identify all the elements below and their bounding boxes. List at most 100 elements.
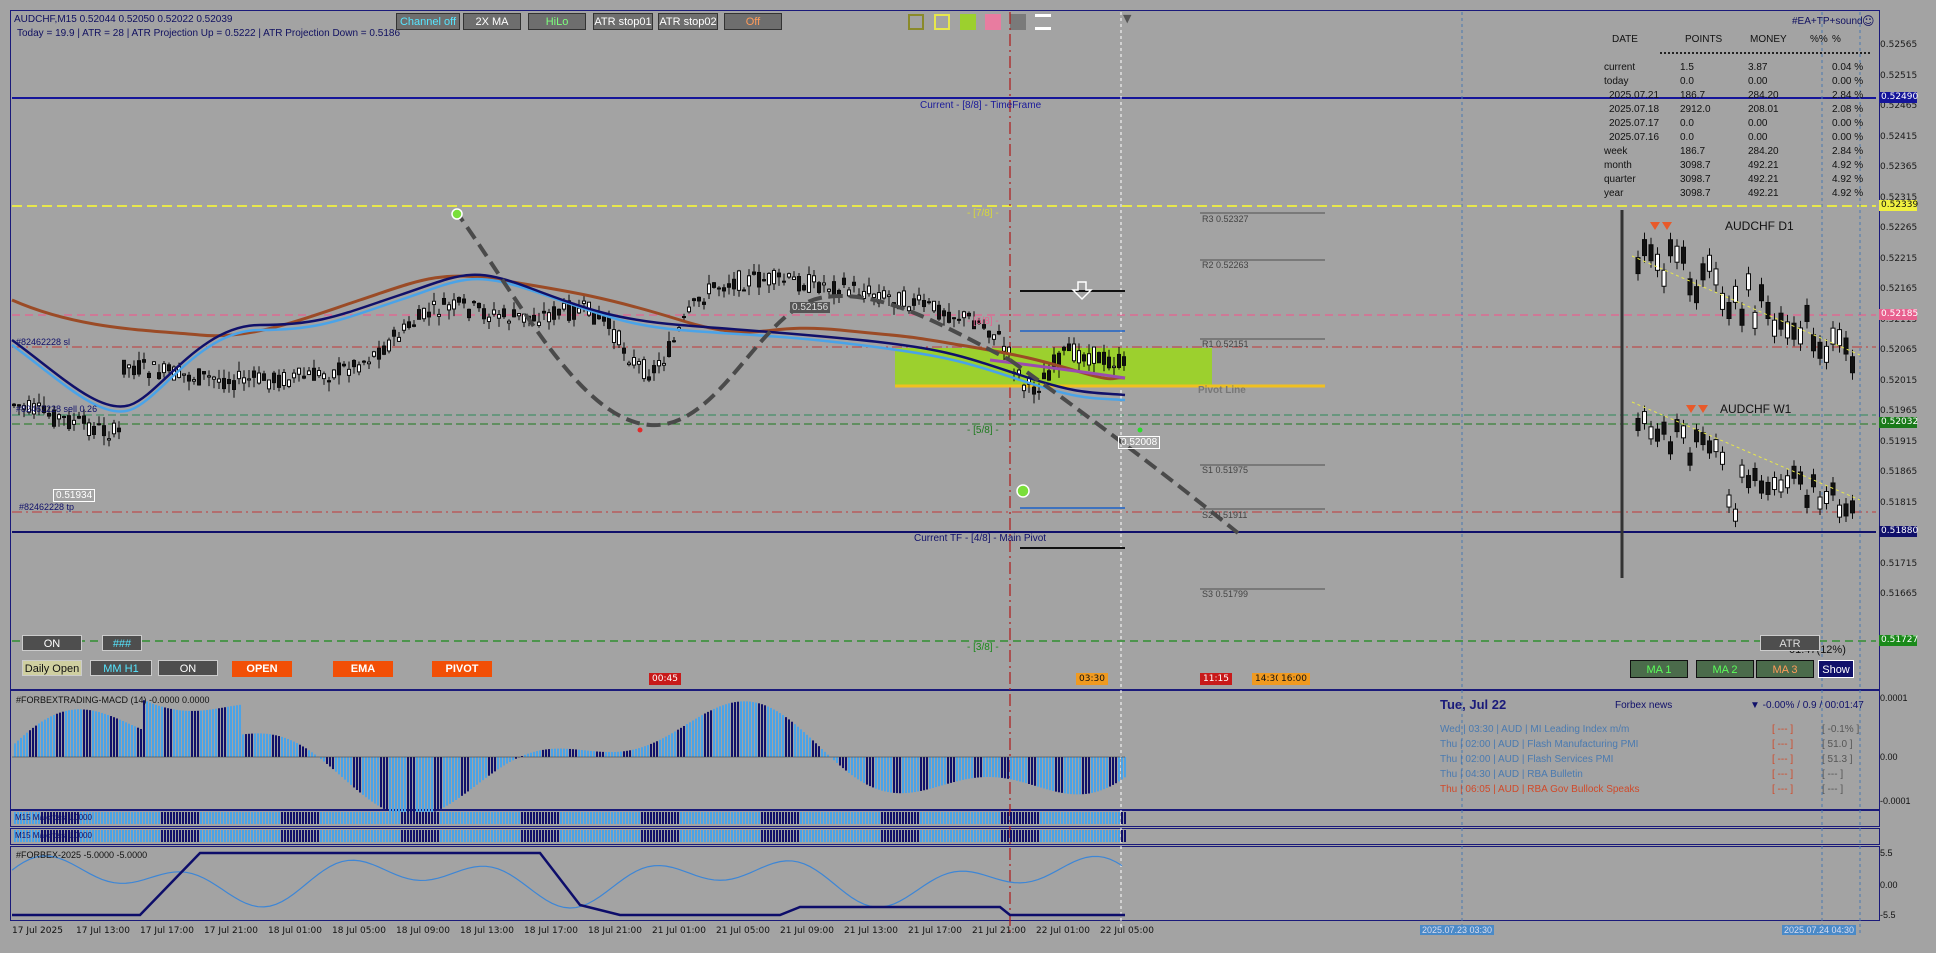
time-axis-label: 17 Jul 17:00 bbox=[140, 926, 194, 936]
news-item[interactable]: Thu | 02:00 | AUD | Flash Services PMI bbox=[1440, 754, 1613, 765]
stats-header-points: POINTS bbox=[1685, 34, 1723, 45]
macd-axis-mid: 0.00 bbox=[1880, 752, 1898, 762]
stats-row-label: 2025.07.18 bbox=[1609, 104, 1660, 115]
news-item[interactable]: Thu | 02:00 | AUD | Flash Manufacturing … bbox=[1440, 739, 1638, 750]
stats-row-pct: 4.92 % bbox=[1832, 188, 1864, 199]
stats-row-points: 1.5 bbox=[1680, 62, 1694, 73]
stats-row-label: month bbox=[1604, 160, 1632, 171]
price-axis-label: 0.52015 bbox=[1880, 375, 1918, 386]
event-marker-1600[interactable]: 16:00 bbox=[1278, 673, 1310, 685]
high-price-tag: 0.52156 bbox=[790, 302, 831, 313]
forbex-axis-mid: 0.00 bbox=[1880, 880, 1898, 890]
news-impact: [ --- ] bbox=[1772, 784, 1794, 795]
s3-label: S3 0.51799 bbox=[1202, 589, 1249, 599]
time-axis-label: 21 Jul 17:00 bbox=[908, 926, 962, 936]
event-marker-0330[interactable]: 03:30 bbox=[1076, 673, 1108, 685]
stats-row-money: 284.20 bbox=[1748, 146, 1779, 157]
stats-row-points: 3098.7 bbox=[1680, 174, 1711, 185]
news-item[interactable]: Thu | 04:30 | AUD | RBA Bulletin bbox=[1440, 769, 1583, 780]
order-sl-label: #82462228 sl bbox=[16, 337, 71, 347]
stats-row-label: 2025.07.21 bbox=[1609, 90, 1660, 101]
three-eighths-label: - [3/8] - bbox=[967, 642, 999, 653]
macd-axis-top: 0.0001 bbox=[1880, 693, 1908, 703]
price-axis-label: 0.52565 bbox=[1880, 40, 1918, 50]
news-value: [ 51.0 ] bbox=[1822, 739, 1853, 750]
show-button[interactable]: Show bbox=[1818, 660, 1854, 678]
order-tp-label: #82462228 tp bbox=[19, 502, 75, 512]
stats-row-pct: 0.00 % bbox=[1832, 76, 1864, 87]
time-axis-label: 18 Jul 21:00 bbox=[588, 926, 642, 936]
event-marker-1115[interactable]: 11:15 bbox=[1200, 673, 1232, 685]
price-axis-label: 0.51715 bbox=[1880, 558, 1918, 569]
forbex-label: #FORBEX-2025 -5.0000 -5.0000 bbox=[16, 850, 148, 860]
daily-open-button[interactable]: Daily Open bbox=[22, 660, 82, 676]
stats-header-date: DATE bbox=[1612, 34, 1638, 45]
low-price-tag: 0.51934 bbox=[53, 489, 96, 502]
stats-row-points: 3098.7 bbox=[1680, 188, 1711, 199]
s1-label: S1 0.51975 bbox=[1202, 465, 1249, 475]
event-marker-0045[interactable]: 00:45 bbox=[649, 673, 681, 685]
news-status: ▼ -0.00% / 0.9 / 00:01:47 bbox=[1750, 700, 1864, 711]
stats-row-points: 186.7 bbox=[1680, 90, 1706, 101]
stats-row-label: today bbox=[1604, 76, 1629, 87]
on-button-1[interactable]: ON bbox=[22, 635, 82, 651]
news-value: [ 51.3 ] bbox=[1822, 754, 1853, 765]
pivot-button[interactable]: PIVOT bbox=[432, 661, 492, 677]
price-axis-label: 0.51665 bbox=[1880, 589, 1918, 599]
ma-cross-label-2: M15 Ma cross 1.0000 bbox=[15, 831, 92, 840]
time-axis-label: 18 Jul 17:00 bbox=[524, 926, 578, 936]
stats-row-label: 2025.07.17 bbox=[1609, 118, 1660, 129]
time-axis-label: 22 Jul 01:00 bbox=[1036, 926, 1090, 936]
stats-row-money: 0.00 bbox=[1748, 118, 1768, 129]
ma3-button[interactable]: MA 3 bbox=[1756, 660, 1814, 678]
price-tag-yellow: 0.52339 bbox=[1879, 200, 1919, 211]
stats-header-pct2: %% bbox=[1810, 34, 1828, 45]
atr-button[interactable]: ATR bbox=[1760, 635, 1820, 651]
time-tag-1: 2025.07.23 03:30 bbox=[1420, 925, 1495, 935]
stats-row-money: 492.21 bbox=[1748, 160, 1779, 171]
news-item[interactable]: Thu | 06:05 | AUD | RBA Gov Bullock Spea… bbox=[1440, 784, 1640, 795]
news-value: [ --- ] bbox=[1822, 784, 1844, 795]
stats-row-pct: 4.92 % bbox=[1832, 174, 1864, 185]
time-axis-label: 22 Jul 05:00 bbox=[1100, 926, 1154, 936]
r2-label: R2 0.52263 bbox=[1202, 260, 1249, 270]
news-impact: [ --- ] bbox=[1772, 724, 1794, 735]
r3-label: R3 0.52327 bbox=[1202, 214, 1249, 224]
macd-label: #FORBEXTRADING-MACD (14) -0.0000 0.0000 bbox=[16, 695, 210, 705]
time-axis-label: 18 Jul 09:00 bbox=[396, 926, 450, 936]
stats-row-money: 3.87 bbox=[1748, 62, 1768, 73]
w1-title: AUDCHF W1 bbox=[1720, 402, 1792, 416]
main-pivot-label: Current TF - [4/8] - Main Pivot bbox=[914, 533, 1047, 544]
price-axis-label: 0.52365 bbox=[1880, 162, 1918, 172]
current-price-tag: 0.52008 bbox=[1118, 436, 1161, 449]
macd-axis-bot: -0.0001 bbox=[1880, 796, 1911, 806]
stats-row-money: 492.21 bbox=[1748, 188, 1779, 199]
price-tag-pink: 0.52185 bbox=[1879, 309, 1919, 320]
mm-h1-button[interactable]: MM H1 bbox=[90, 660, 152, 676]
hash-button[interactable]: ### bbox=[102, 635, 142, 651]
stats-row-pct: 4.92 % bbox=[1832, 160, 1864, 171]
stats-row-money: 0.00 bbox=[1748, 132, 1768, 143]
open-button[interactable]: OPEN bbox=[232, 661, 292, 677]
price-axis-label: 0.51915 bbox=[1880, 436, 1918, 447]
news-item[interactable]: Wed | 03:30 | AUD | MI Leading Index m/m bbox=[1440, 724, 1629, 735]
on-button-2[interactable]: ON bbox=[158, 660, 218, 676]
ma1-button[interactable]: MA 1 bbox=[1630, 660, 1688, 678]
stats-row-points: 0.0 bbox=[1680, 132, 1694, 143]
stats-row-label: year bbox=[1604, 188, 1624, 199]
time-axis-label: 21 Jul 13:00 bbox=[844, 926, 898, 936]
d1-title: AUDCHF D1 bbox=[1725, 219, 1794, 233]
time-axis-label: 21 Jul 05:00 bbox=[716, 926, 770, 936]
time-axis-label: 18 Jul 05:00 bbox=[332, 926, 386, 936]
price-tag-top: 0.52490 bbox=[1879, 92, 1919, 103]
price-axis-label: 0.51865 bbox=[1880, 467, 1918, 477]
time-axis-label: 17 Jul 21:00 bbox=[204, 926, 258, 936]
s2-label: S2 0.51911 bbox=[1202, 510, 1248, 520]
stats-row-points: 186.7 bbox=[1680, 146, 1706, 157]
ma2-button[interactable]: MA 2 bbox=[1696, 660, 1754, 678]
time-axis-label: 21 Jul 21:00 bbox=[972, 926, 1026, 936]
six-eighths-label: - [6/8] - bbox=[967, 316, 999, 327]
news-impact: [ --- ] bbox=[1772, 739, 1794, 750]
stats-row-pct: 2.84 % bbox=[1832, 90, 1864, 101]
ema-button[interactable]: EMA bbox=[333, 661, 393, 677]
